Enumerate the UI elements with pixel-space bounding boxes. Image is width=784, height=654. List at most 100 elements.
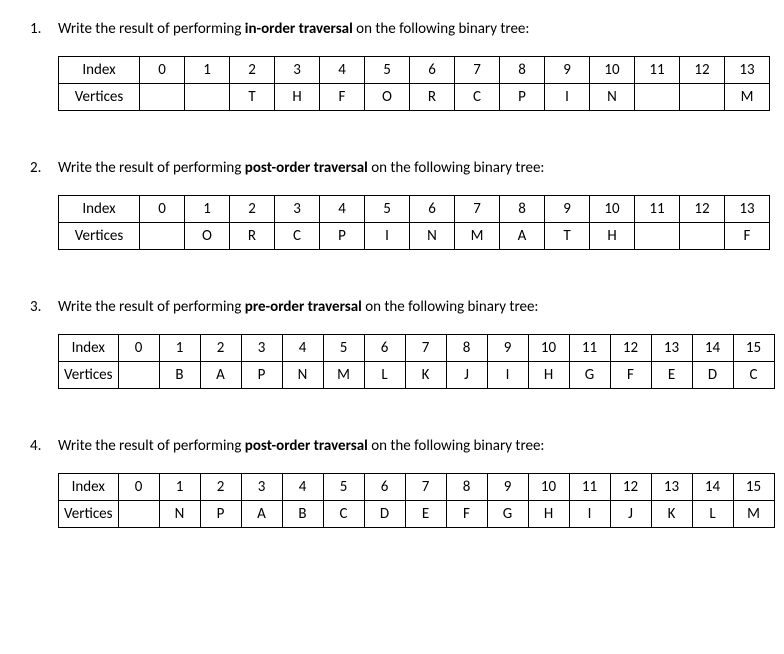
vtx-cell: F xyxy=(320,84,365,111)
question-2-prompt: 2. Write the result of performing post-o… xyxy=(30,159,754,177)
question-1-table: Index 0 1 2 3 4 5 6 7 8 9 10 11 12 13 Ve… xyxy=(58,56,770,111)
vtx-cell: K xyxy=(651,501,692,528)
idx-cell: 0 xyxy=(118,474,159,501)
vtx-cell: N xyxy=(282,362,323,389)
question-2-number: 2. xyxy=(30,159,58,177)
vtx-cell: B xyxy=(282,501,323,528)
idx-cell: 15 xyxy=(733,474,774,501)
vtx-cell: I xyxy=(545,84,590,111)
idx-cell: 4 xyxy=(320,196,365,223)
idx-cell: 15 xyxy=(733,335,774,362)
vtx-cell: F xyxy=(725,223,770,250)
question-2-text: Write the result of performing post-orde… xyxy=(58,159,754,177)
idx-cell: 14 xyxy=(692,474,733,501)
question-1-number: 1. xyxy=(30,20,58,38)
vtx-cell: H xyxy=(528,362,569,389)
idx-cell: 2 xyxy=(230,57,275,84)
question-1-bold: in-order traversal xyxy=(245,20,353,38)
idx-cell: 11 xyxy=(635,196,680,223)
idx-cell: 4 xyxy=(282,474,323,501)
idx-cell: 2 xyxy=(200,335,241,362)
vtx-cell: C xyxy=(455,84,500,111)
idx-cell: 12 xyxy=(680,57,725,84)
idx-cell: 10 xyxy=(528,335,569,362)
question-1-prompt: 1. Write the result of performing in-ord… xyxy=(30,20,754,38)
vtx-cell: M xyxy=(323,362,364,389)
vtx-cell: B xyxy=(159,362,200,389)
vtx-cell xyxy=(140,84,185,111)
vtx-cell: N xyxy=(590,84,635,111)
question-3-pre: Write the result of performing xyxy=(58,298,245,316)
question-3-text: Write the result of performing pre-order… xyxy=(58,298,754,316)
idx-cell: 1 xyxy=(185,196,230,223)
idx-cell: 0 xyxy=(140,57,185,84)
question-2-table: Index 0 1 2 3 4 5 6 7 8 9 10 11 12 13 Ve… xyxy=(58,195,770,250)
vtx-cell: R xyxy=(230,223,275,250)
idx-cell: 9 xyxy=(545,57,590,84)
question-3-bold: pre-order traversal xyxy=(245,298,362,316)
vtx-cell: G xyxy=(569,362,610,389)
row-label-index: Index xyxy=(59,335,119,362)
idx-cell: 13 xyxy=(725,196,770,223)
vtx-cell xyxy=(185,84,230,111)
idx-cell: 10 xyxy=(590,196,635,223)
question-1-post: on the following binary tree: xyxy=(353,20,530,38)
question-2-pre: Write the result of performing xyxy=(58,159,245,177)
question-3-table: Index 0 1 2 3 4 5 6 7 8 9 10 11 12 13 14… xyxy=(58,334,775,389)
question-2-post: on the following binary tree: xyxy=(368,159,545,177)
idx-cell: 9 xyxy=(487,474,528,501)
vtx-cell: P xyxy=(200,501,241,528)
vtx-cell: A xyxy=(241,501,282,528)
vtx-cell: E xyxy=(405,501,446,528)
idx-cell: 12 xyxy=(610,335,651,362)
idx-cell: 3 xyxy=(241,335,282,362)
question-4-post: on the following binary tree: xyxy=(368,437,545,455)
idx-cell: 11 xyxy=(635,57,680,84)
idx-cell: 11 xyxy=(569,474,610,501)
idx-cell: 12 xyxy=(610,474,651,501)
vtx-cell xyxy=(118,362,159,389)
row-label-index: Index xyxy=(59,474,119,501)
row-label-index: Index xyxy=(59,57,140,84)
vtx-cell: N xyxy=(159,501,200,528)
vtx-cell: A xyxy=(200,362,241,389)
idx-cell: 12 xyxy=(680,196,725,223)
vtx-cell xyxy=(635,84,680,111)
idx-cell: 0 xyxy=(140,196,185,223)
vtx-cell: O xyxy=(365,84,410,111)
vtx-cell: M xyxy=(725,84,770,111)
vtx-cell xyxy=(635,223,680,250)
vtx-cell: J xyxy=(610,501,651,528)
idx-cell: 10 xyxy=(590,57,635,84)
vtx-cell: F xyxy=(610,362,651,389)
vtx-cell: C xyxy=(323,501,364,528)
vtx-cell: T xyxy=(545,223,590,250)
vtx-cell: P xyxy=(241,362,282,389)
idx-cell: 8 xyxy=(446,335,487,362)
vtx-cell: M xyxy=(455,223,500,250)
idx-cell: 9 xyxy=(487,335,528,362)
question-2: 2. Write the result of performing post-o… xyxy=(30,159,754,250)
vtx-cell: I xyxy=(365,223,410,250)
idx-cell: 6 xyxy=(410,57,455,84)
vtx-cell: I xyxy=(487,362,528,389)
vtx-cell: L xyxy=(692,501,733,528)
idx-cell: 7 xyxy=(455,196,500,223)
idx-cell: 2 xyxy=(200,474,241,501)
question-4-pre: Write the result of performing xyxy=(58,437,245,455)
idx-cell: 13 xyxy=(651,335,692,362)
idx-cell: 10 xyxy=(528,474,569,501)
idx-cell: 8 xyxy=(446,474,487,501)
vtx-cell: H xyxy=(590,223,635,250)
idx-cell: 1 xyxy=(185,57,230,84)
vtx-cell: T xyxy=(230,84,275,111)
question-3-post: on the following binary tree: xyxy=(362,298,539,316)
row-label-vertices: Vertices xyxy=(59,84,140,111)
vtx-cell: H xyxy=(528,501,569,528)
vtx-cell: P xyxy=(500,84,545,111)
row-label-vertices: Vertices xyxy=(59,362,119,389)
vtx-cell: H xyxy=(275,84,320,111)
vtx-cell: R xyxy=(410,84,455,111)
row-label-index: Index xyxy=(59,196,140,223)
question-4-bold: post-order traversal xyxy=(245,437,368,455)
